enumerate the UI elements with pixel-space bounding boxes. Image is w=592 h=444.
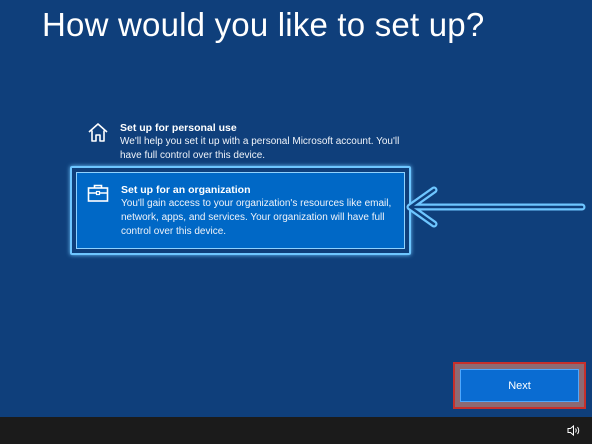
- option-organization[interactable]: Set up for an organization You'll gain a…: [76, 172, 405, 249]
- option-personal-use[interactable]: Set up for personal use We'll help you s…: [78, 121, 402, 163]
- home-icon: [88, 123, 108, 142]
- next-button[interactable]: Next: [460, 369, 579, 402]
- taskbar: [0, 417, 592, 444]
- option-personal-label: Set up for personal use: [120, 122, 237, 134]
- briefcase-icon: [87, 184, 109, 202]
- option-organization-label: Set up for an organization: [121, 184, 251, 196]
- page-title: How would you like to set up?: [42, 6, 485, 43]
- option-organization-description: You'll gain access to your organization'…: [121, 198, 392, 237]
- arrow-annotation-icon: [406, 186, 586, 228]
- option-personal-description: We'll help you set it up with a personal…: [120, 136, 400, 161]
- volume-icon[interactable]: [567, 424, 581, 437]
